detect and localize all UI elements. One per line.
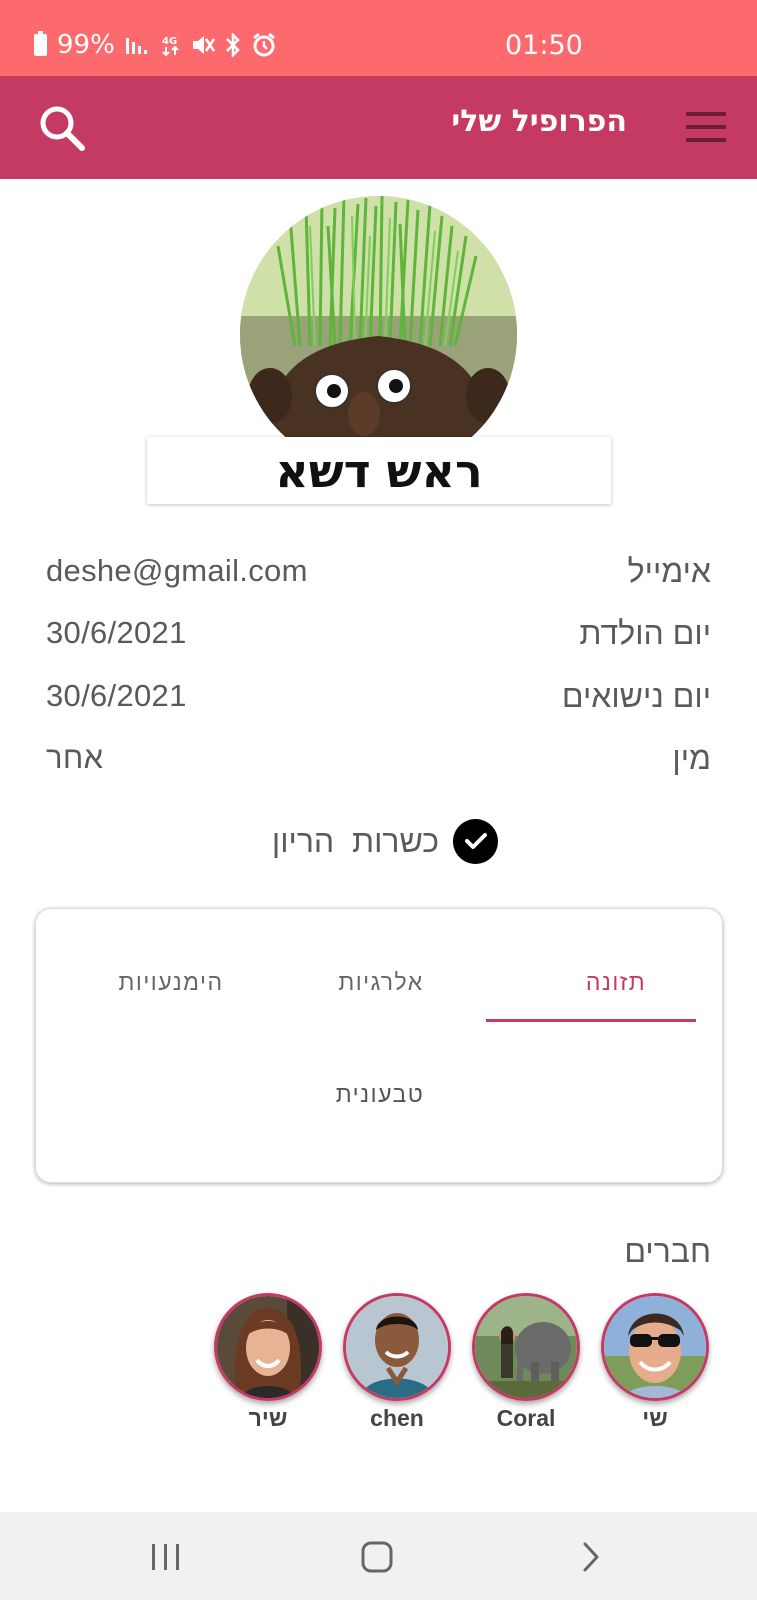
tab-allergies[interactable]: אלרגיות: [276, 969, 486, 996]
bluetooth-icon: [225, 33, 240, 57]
alarm-icon: [252, 32, 275, 57]
status-left: 99% 4G: [34, 30, 277, 60]
recent-apps-button[interactable]: [143, 1534, 189, 1580]
friend-item[interactable]: שי: [600, 1293, 710, 1432]
menu-icon[interactable]: [686, 112, 726, 142]
anniversary-label: יום נישואים: [561, 678, 711, 714]
grass-head-image: [240, 196, 517, 473]
friend-name: שי: [642, 1405, 668, 1431]
birthday-value: 30/6/2021: [46, 615, 187, 650]
gender-value: אחר: [46, 740, 104, 775]
back-button[interactable]: [568, 1534, 614, 1580]
home-icon: [361, 1541, 393, 1573]
friend-item[interactable]: chen: [342, 1293, 452, 1432]
tab-content: טבעונית: [335, 1081, 425, 1107]
anniversary-value: 30/6/2021: [46, 678, 187, 713]
profile-name-box: ראש דשא: [147, 437, 611, 504]
back-icon: [583, 1542, 599, 1572]
app-bar: הפרופיל שלי: [0, 76, 757, 179]
tab-nutrition[interactable]: תזונה: [511, 969, 721, 996]
check-circle-icon: [453, 818, 498, 864]
info-row-gender: אחר מין: [46, 740, 711, 790]
friend-name: Coral: [496, 1405, 556, 1431]
info-row-anniversary: 30/6/2021 יום נישואים: [46, 678, 711, 728]
kashrut-status: כשרות הריון: [268, 816, 498, 866]
4g-icon: 4G: [162, 36, 179, 57]
email-label: אימייל: [627, 553, 711, 589]
birthday-label: יום הולדת: [579, 615, 711, 651]
page-title: הפרופיל שלי: [451, 104, 627, 139]
home-button[interactable]: [354, 1534, 400, 1580]
friend-avatar[interactable]: [472, 1293, 580, 1401]
svg-text:4G: 4G: [162, 36, 177, 47]
email-value: deshe@gmail.com: [46, 553, 308, 588]
battery-percent: 99%: [57, 30, 115, 60]
info-row-birthday: 30/6/2021 יום הולדת: [46, 615, 711, 665]
friend-name: שיר: [248, 1405, 288, 1431]
tab-avoidances[interactable]: הימנעויות: [66, 969, 276, 996]
battery-icon: [34, 31, 47, 56]
friend-avatar[interactable]: [343, 1293, 451, 1401]
kashrut-text: כשרות הריון: [271, 822, 439, 859]
tab-indicator: [486, 1019, 696, 1022]
status-time: 01:50: [505, 30, 583, 61]
friend-name: chen: [370, 1405, 424, 1431]
friend-item[interactable]: Coral: [471, 1293, 581, 1432]
search-button[interactable]: [38, 104, 88, 154]
gender-label: מין: [672, 740, 711, 776]
preferences-card: תזונה אלרגיות הימנעויות טבעונית: [35, 908, 723, 1183]
info-row-email: deshe@gmail.com אימייל: [46, 553, 711, 603]
friend-avatar[interactable]: [601, 1293, 709, 1401]
recent-apps-icon: [152, 1544, 179, 1570]
signal-icon: [125, 38, 147, 54]
mute-icon: [192, 36, 215, 54]
status-bar: 99% 4G 01:50: [0, 0, 757, 76]
friend-item[interactable]: שיר: [213, 1293, 323, 1432]
friend-avatar[interactable]: [214, 1293, 322, 1401]
profile-avatar[interactable]: [240, 196, 517, 473]
profile-name: ראש דשא: [275, 443, 483, 498]
friends-title: חברים: [624, 1233, 711, 1269]
search-icon: [40, 106, 85, 151]
system-nav-bar: [0, 1512, 757, 1600]
